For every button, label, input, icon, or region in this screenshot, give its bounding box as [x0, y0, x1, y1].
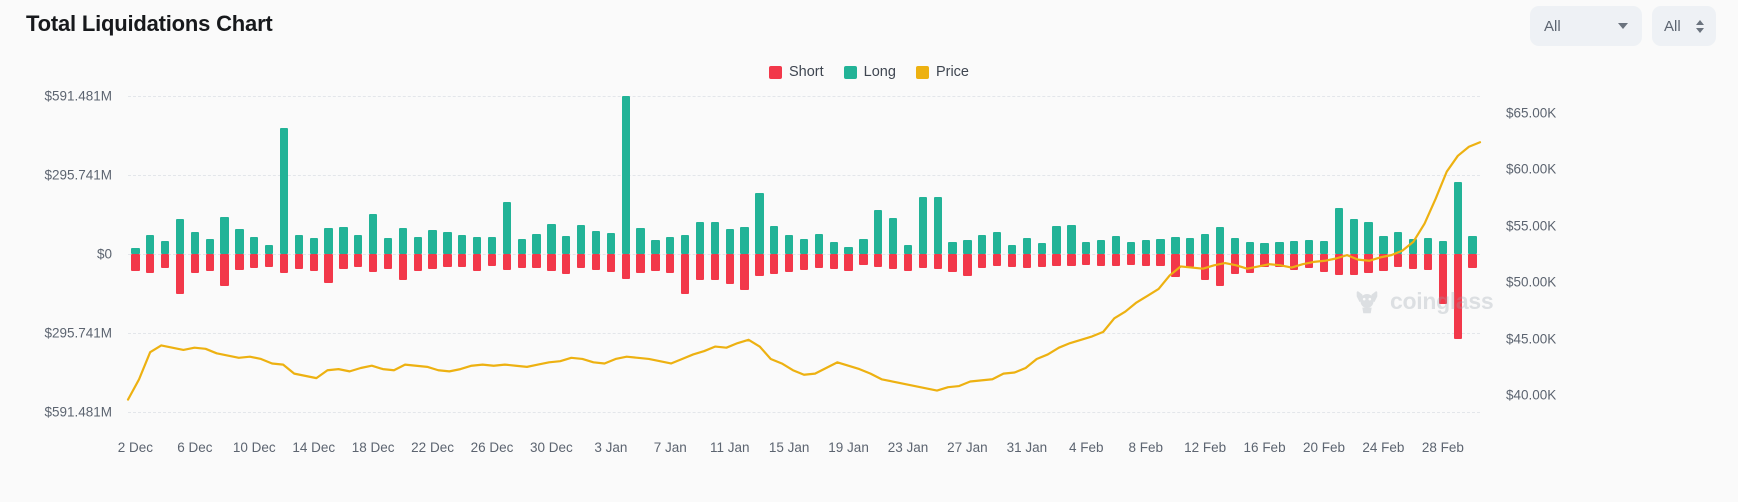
x-axis-tick: 19 Jan: [828, 440, 869, 455]
legend-swatch-price-icon: [915, 65, 929, 79]
x-axis-tick: 16 Feb: [1243, 440, 1286, 455]
x-axis-tick: 7 Jan: [653, 440, 687, 455]
y-axis-left-tick: $295.741M: [44, 167, 112, 183]
x-axis-tick: 11 Jan: [709, 440, 750, 455]
x-axis-tick: 10 Dec: [232, 440, 276, 455]
coin-select-value: All: [1664, 17, 1681, 35]
chart-controls: All All: [1530, 6, 1716, 46]
x-axis-tick: 8 Feb: [1128, 440, 1163, 455]
coin-select[interactable]: All: [1652, 6, 1716, 46]
x-axis-tick: 14 Dec: [292, 440, 336, 455]
chevron-up-down-icon: [1696, 19, 1704, 33]
legend-label: Long: [863, 64, 896, 80]
y-axis-right-tick: $50.00K: [1506, 274, 1557, 290]
chart-legend: Short Long Price: [0, 64, 1738, 80]
x-axis-tick: 20 Feb: [1302, 440, 1346, 455]
legend-swatch-short-icon: [769, 65, 782, 79]
y-axis-left-tick: $295.741M: [44, 325, 112, 341]
price-line: [126, 141, 1482, 401]
x-axis-tick: 4 Feb: [1069, 440, 1104, 455]
y-axis-right-tick: $40.00K: [1506, 387, 1557, 403]
legend-item-short[interactable]: Short: [769, 64, 824, 80]
x-axis-tick: 12 Feb: [1184, 440, 1227, 455]
y-axis-right-tick: $65.00K: [1506, 105, 1557, 121]
x-axis-tick: 26 Dec: [470, 440, 514, 455]
x-axis-tick: 22 Dec: [411, 440, 454, 455]
x-axis-tick: 3 Jan: [594, 440, 628, 455]
chart-card: Total Liquidations Chart All All Short Lo…: [0, 0, 1738, 502]
y-axis-right: $65.00K $60.00K $55.00K $50.00K $45.00K $40.0…: [1488, 96, 1608, 412]
chevron-down-icon: [1618, 23, 1628, 29]
legend-item-price[interactable]: Price: [915, 64, 969, 80]
legend-label: Short: [789, 64, 824, 80]
x-axis-tick: 18 Dec: [351, 440, 395, 455]
plot-area: [126, 96, 1482, 413]
y-axis-left-tick: $591.481M: [44, 404, 112, 420]
y-axis-left: $591.481M $295.741M $0 $295.741M $591.481M: [0, 89, 120, 420]
range-select-value: All: [1544, 17, 1561, 35]
x-axis-tick: 30 Dec: [530, 440, 573, 455]
x-axis-tick: 27 Jan: [947, 440, 988, 455]
legend-swatch-long-icon: [843, 65, 857, 79]
x-axis-tick: 6 Dec: [177, 440, 213, 455]
grid-line: [128, 412, 1480, 413]
x-axis-tick: 31 Jan: [1006, 440, 1048, 455]
chart-header: Total Liquidations Chart All All: [0, 0, 1738, 56]
x-axis-tick: 23 Jan: [887, 440, 929, 455]
legend-label: Price: [935, 64, 969, 80]
y-axis-left-tick: $591.481M: [44, 88, 112, 104]
range-select[interactable]: All: [1530, 6, 1642, 46]
x-axis-tick: 2 Dec: [117, 440, 154, 455]
y-axis-right-tick: $45.00K: [1506, 331, 1557, 347]
x-axis: 2 Dec 6 Dec 10 Dec 14 Dec 18 Dec 22 Dec 26 Dec…: [118, 440, 1480, 464]
x-axis-tick: 28 Feb: [1421, 440, 1464, 455]
y-axis-right-tick: $60.00K: [1506, 161, 1557, 177]
price-line-series: [126, 141, 1482, 401]
x-axis-tick: 24 Feb: [1362, 440, 1405, 455]
x-axis-tick: 15 Jan: [768, 440, 810, 455]
page-title: Total Liquidations Chart: [26, 11, 273, 36]
y-axis-left-tick: $0: [96, 246, 112, 262]
legend-item-long[interactable]: Long: [843, 64, 896, 80]
y-axis-right-tick: $55.00K: [1506, 218, 1557, 234]
